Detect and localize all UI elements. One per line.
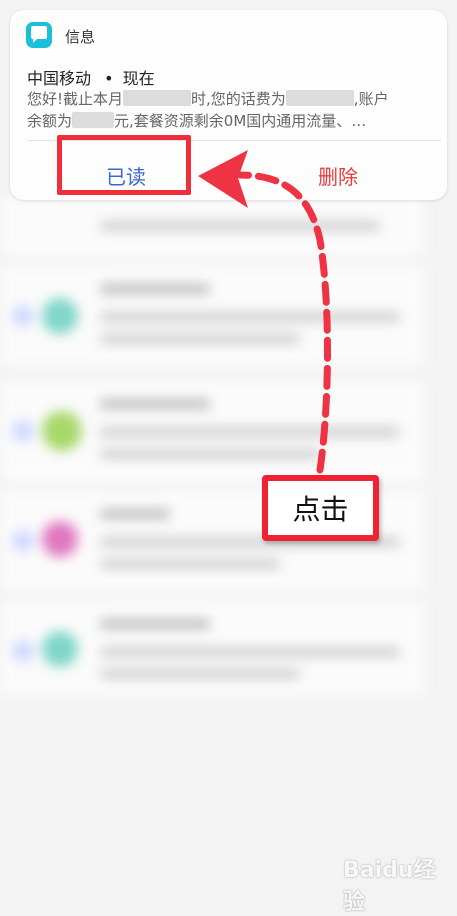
- body-text: 时,您的话费为: [191, 90, 286, 108]
- list-item: [0, 196, 425, 256]
- sender-name: 中国移动: [27, 69, 92, 88]
- redacted-block: [72, 112, 115, 128]
- list-item: [0, 381, 425, 481]
- timestamp: 现在: [122, 69, 155, 88]
- redacted-block: [123, 90, 192, 106]
- app-name: 信息: [65, 28, 96, 46]
- list-item: [0, 601, 425, 696]
- delete-button[interactable]: 删除: [268, 150, 408, 200]
- tap-annotation-label: 点击: [262, 475, 379, 541]
- notification-header: 中国移动 • 现在: [27, 65, 155, 89]
- message-body-line-2: 余额为 元,套餐资源剩余0M国内通用流量、…: [27, 110, 366, 131]
- body-text: 元,套餐资源剩余0M国内通用流量、…: [114, 112, 367, 130]
- body-text: ,账户: [353, 90, 389, 108]
- list-item: [0, 266, 425, 366]
- highlight-box: [57, 135, 191, 195]
- watermark: Baidu经验: [343, 858, 436, 915]
- separator-dot: •: [104, 69, 114, 88]
- body-text: 您好!截止本月: [27, 90, 124, 108]
- message-body-line-1: 您好!截止本月 时,您的话费为 ,账户: [27, 88, 389, 109]
- chat-bubble-icon: [26, 22, 52, 48]
- redacted-block: [285, 90, 354, 106]
- body-text: 余额为: [27, 112, 73, 130]
- tap-label-text: 点击: [268, 481, 373, 535]
